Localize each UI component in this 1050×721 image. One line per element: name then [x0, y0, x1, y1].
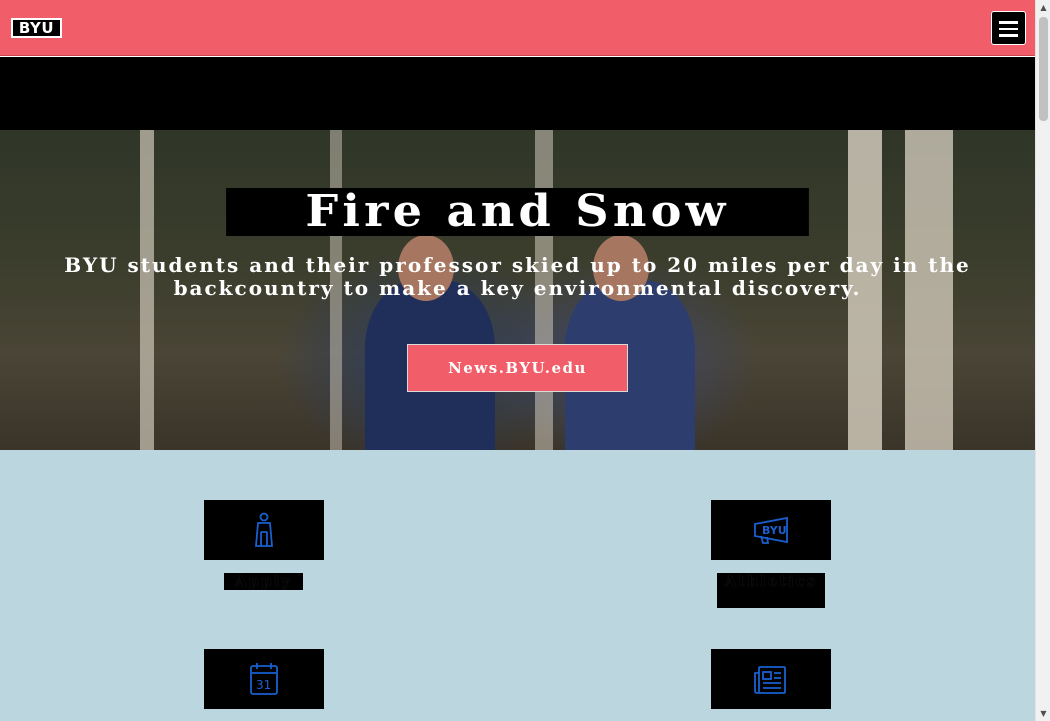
newspaper-icon	[754, 666, 786, 694]
hamburger-menu-icon-line	[999, 27, 1018, 30]
hamburger-menu-button[interactable]	[991, 11, 1026, 45]
apply-label[interactable]: Apply	[224, 573, 303, 590]
news-tile[interactable]	[711, 649, 831, 709]
scroll-up-arrow-icon[interactable]: ▲	[1036, 0, 1050, 15]
graduate-figure-icon	[255, 512, 273, 547]
vertical-scrollbar[interactable]: ▲ ▼	[1035, 0, 1050, 721]
hero-subtitle: BYU students and their professor skied u…	[64, 253, 971, 300]
scroll-down-arrow-icon[interactable]: ▼	[1036, 706, 1050, 721]
hamburger-menu-icon	[999, 21, 1018, 24]
svg-text:BYU: BYU	[762, 524, 787, 537]
byu-logo[interactable]: BYU	[11, 18, 62, 38]
athletics-tile[interactable]: BYU	[711, 500, 831, 560]
athletics-label[interactable]: Athletics	[717, 573, 825, 608]
scrollbar-thumb[interactable]	[1039, 17, 1048, 121]
hero-banner: Fire and Snow BYU students and their pro…	[0, 130, 1035, 450]
secondary-nav-band	[0, 57, 1035, 130]
page-viewport: BYU Fire and Snow BYU students and their…	[0, 0, 1035, 721]
calendar-icon: 31	[250, 663, 278, 695]
byu-megaphone-icon: BYU	[754, 516, 788, 544]
calendar-day-number: 31	[256, 678, 271, 692]
hero-title: Fire and Snow	[226, 188, 809, 236]
news-link-button[interactable]: News.BYU.edu	[407, 344, 628, 392]
quick-links-section: Apply BYU Athletics 31	[0, 450, 1035, 721]
calendar-tile[interactable]: 31	[204, 649, 324, 709]
top-navigation-bar: BYU	[0, 0, 1035, 56]
apply-tile[interactable]	[204, 500, 324, 560]
hamburger-menu-icon-line	[999, 34, 1018, 37]
